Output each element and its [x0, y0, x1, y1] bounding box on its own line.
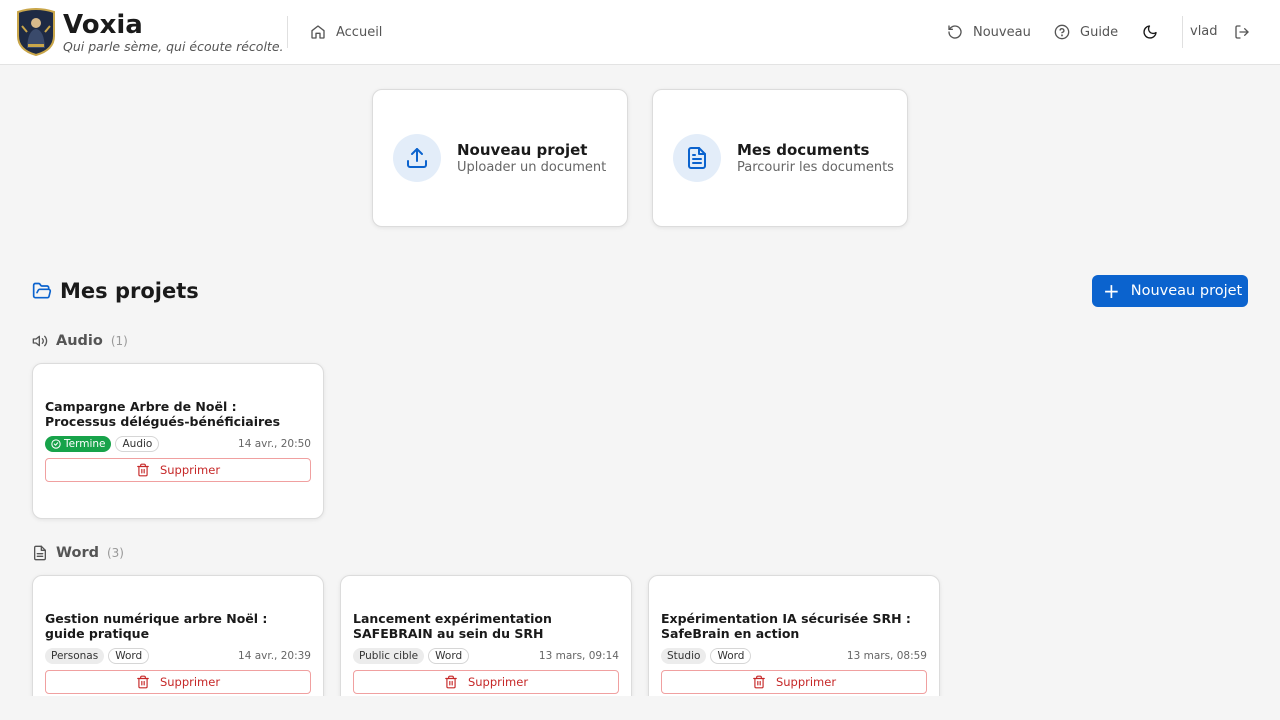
- category-badge: Personas: [45, 648, 105, 664]
- quick-card-subtitle: Parcourir les documents: [737, 160, 894, 175]
- project-title: Gestion numérique arbre Noël : guide pra…: [45, 611, 268, 641]
- quick-card-subtitle: Uploader un document: [457, 160, 607, 175]
- project-date: 13 mars, 09:14: [538, 650, 619, 662]
- group-count: (1): [110, 334, 128, 348]
- delete-button[interactable]: Supprimer: [45, 670, 311, 694]
- nav-new-label: Nouveau: [973, 24, 1031, 40]
- home-icon: [311, 25, 325, 39]
- group-count: (3): [106, 546, 124, 560]
- new-project-card[interactable]: Nouveau projet Uploader un document: [372, 89, 628, 227]
- type-badge: Word: [108, 648, 150, 664]
- project-card[interactable]: Expérimentation IA sécurisée SRH : SafeB…: [648, 575, 940, 696]
- group-name: Audio: [56, 333, 103, 349]
- status-label: Termine: [64, 438, 106, 450]
- delete-button[interactable]: Supprimer: [353, 670, 619, 694]
- project-date: 13 mars, 08:59: [846, 650, 927, 662]
- trash-icon: [137, 675, 149, 689]
- category-badge: Studio: [661, 648, 707, 664]
- project-card[interactable]: Lancement expérimentation SAFEBRAIN au s…: [340, 575, 632, 696]
- file-text-icon: [34, 545, 46, 561]
- project-date: 14 avr., 20:39: [238, 650, 311, 662]
- delete-label: Supprimer: [467, 675, 529, 689]
- quick-card-title: Nouveau projet: [457, 141, 588, 159]
- trash-icon: [753, 675, 765, 689]
- project-tags: Public cible Word: [353, 648, 470, 664]
- nav-home-label: Accueil: [336, 24, 383, 40]
- new-project-button[interactable]: + Nouveau projet: [1092, 275, 1248, 307]
- app-header: Voxia Qui parle sème, qui écoute récolte…: [0, 0, 1280, 65]
- my-documents-card[interactable]: Mes documents Parcourir les documents: [652, 89, 908, 227]
- status-badge: Termine: [45, 436, 112, 452]
- delete-label: Supprimer: [159, 463, 221, 477]
- logout-icon: [1235, 25, 1249, 39]
- nav-guide-link[interactable]: Guide: [1054, 20, 1118, 44]
- delete-label: Supprimer: [775, 675, 837, 689]
- header-divider: [287, 16, 288, 48]
- header-divider-user: [1182, 16, 1183, 48]
- brand-tagline: Qui parle sème, qui écoute récolte.: [63, 39, 284, 54]
- project-tags: Studio Word: [661, 648, 752, 664]
- project-card[interactable]: Gestion numérique arbre Noël : guide pra…: [32, 575, 324, 696]
- theme-toggle-button[interactable]: [1138, 20, 1162, 44]
- trash-icon: [137, 463, 149, 477]
- nav-home-link[interactable]: Accueil: [310, 20, 382, 44]
- group-name: Word: [56, 545, 99, 561]
- delete-button[interactable]: Supprimer: [661, 670, 927, 694]
- project-title: Campargne Arbre de Noël : Processus délé…: [45, 399, 281, 429]
- help-icon: [1054, 24, 1070, 40]
- new-project-button-label: Nouveau projet: [1130, 283, 1243, 299]
- nav-new-link[interactable]: Nouveau: [947, 20, 1031, 44]
- username: vlad: [1190, 24, 1218, 39]
- type-badge: Word: [428, 648, 470, 664]
- trash-icon: [445, 675, 457, 689]
- upload-icon: [393, 134, 441, 182]
- logo[interactable]: [16, 8, 56, 57]
- document-icon: [673, 134, 721, 182]
- projects-section-title: Mes projets: [32, 278, 199, 304]
- group-header-audio: Audio (1): [32, 332, 128, 350]
- delete-button[interactable]: Supprimer: [45, 458, 311, 482]
- moon-icon: [1143, 25, 1157, 39]
- project-card[interactable]: Campargne Arbre de Noël : Processus délé…: [32, 363, 324, 519]
- check-circle-icon: [51, 439, 61, 449]
- logout-button[interactable]: [1230, 20, 1254, 44]
- project-title: Expérimentation IA sécurisée SRH : SafeB…: [661, 611, 911, 641]
- delete-label: Supprimer: [159, 675, 221, 689]
- folder-open-icon: [32, 282, 52, 299]
- project-tags: Termine Audio: [45, 436, 160, 452]
- type-badge: Audio: [115, 436, 160, 452]
- word-projects-list: Gestion numérique arbre Noël : guide pra…: [0, 560, 1280, 696]
- brand-title: Voxia: [63, 10, 143, 40]
- plus-icon: +: [1103, 279, 1120, 303]
- refresh-icon: [948, 25, 962, 39]
- quick-card-title: Mes documents: [737, 141, 870, 159]
- project-title: Lancement expérimentation SAFEBRAIN au s…: [353, 611, 552, 641]
- page-title: Mes projets: [60, 279, 199, 303]
- nav-guide-label: Guide: [1080, 24, 1119, 40]
- speaker-icon: [32, 335, 48, 347]
- project-tags: Personas Word: [45, 648, 150, 664]
- type-badge: Word: [710, 648, 752, 664]
- category-badge: Public cible: [353, 648, 425, 664]
- project-date: 14 avr., 20:50: [238, 438, 311, 450]
